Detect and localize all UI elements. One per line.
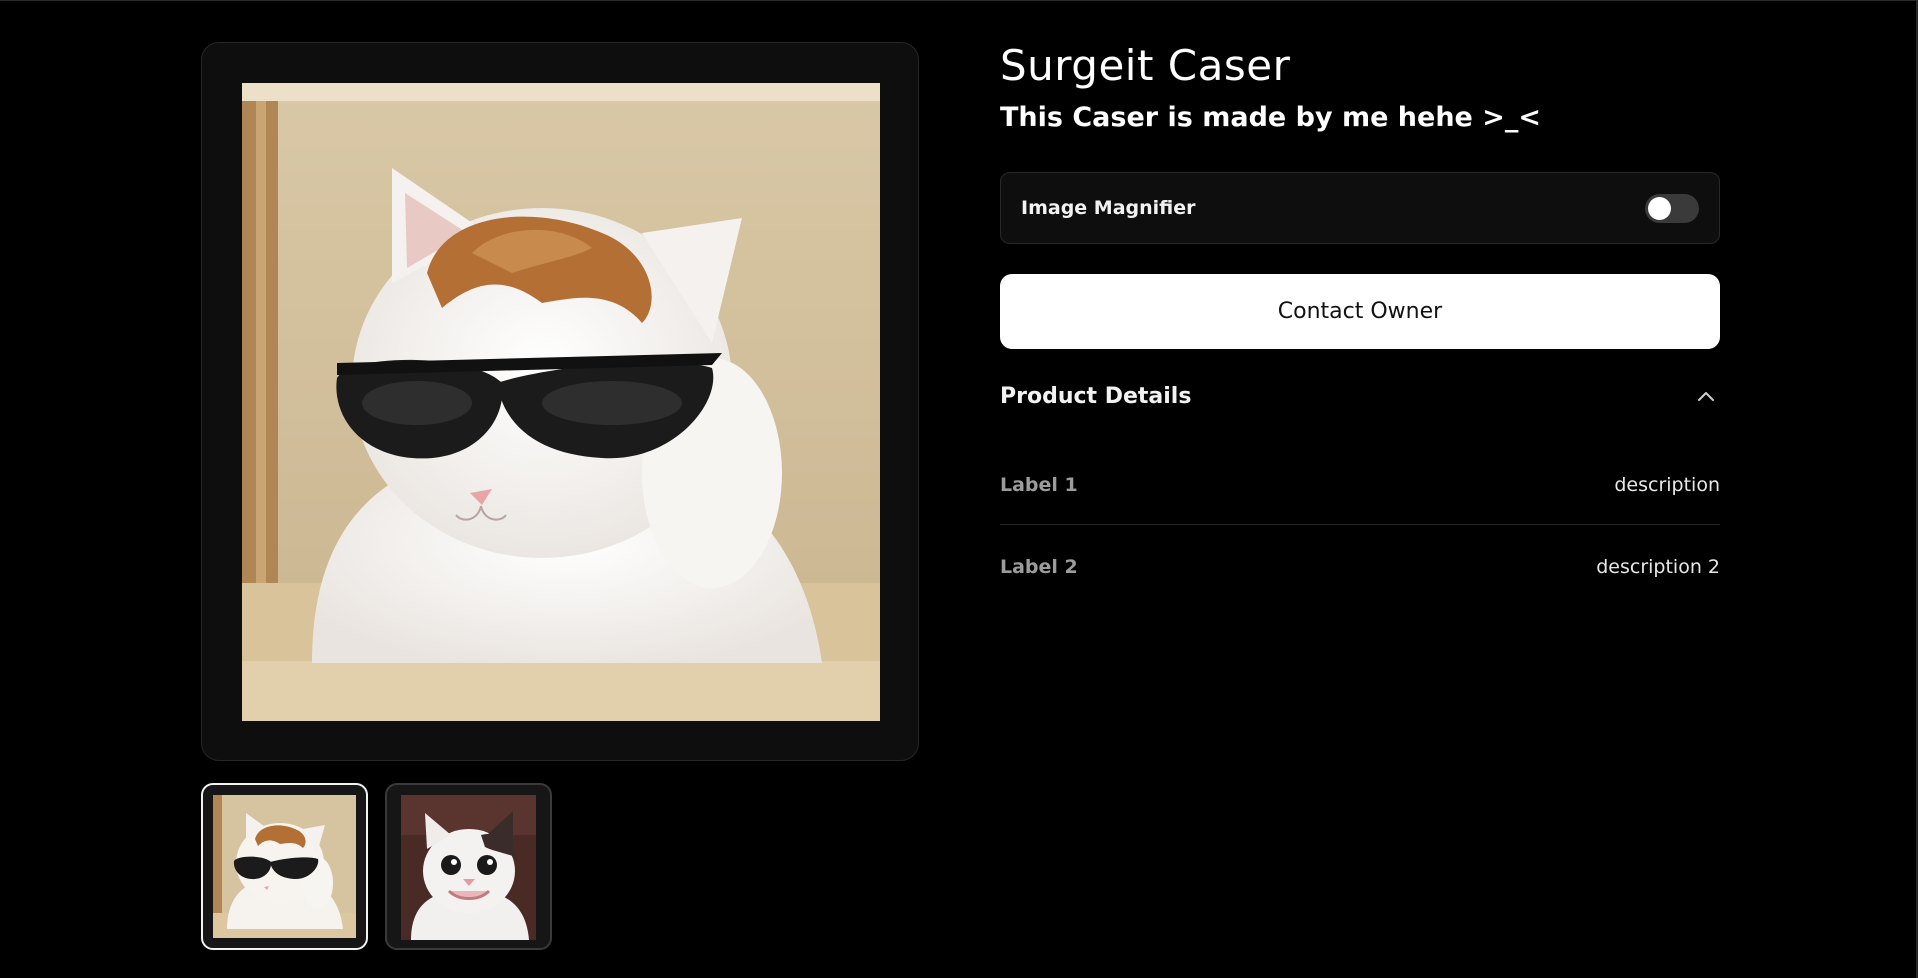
product-title: Surgeit Caser — [1000, 41, 1291, 90]
smiling-cat-thumbnail — [401, 795, 536, 940]
detail-row: Label 2 description 2 — [1000, 549, 1720, 607]
product-page: Surgeit Caser This Caser is made by me h… — [0, 0, 1918, 978]
image-magnifier-toggle[interactable] — [1645, 194, 1699, 223]
contact-owner-button[interactable]: Contact Owner — [1000, 274, 1720, 349]
product-details-title: Product Details — [1000, 384, 1192, 409]
detail-row: Label 1 description — [1000, 467, 1720, 525]
cat-with-sunglasses-image[interactable] — [242, 83, 880, 721]
thumbnail-cat-sunglasses[interactable] — [201, 783, 368, 950]
detail-label: Label 2 — [1000, 556, 1078, 578]
product-details-header[interactable]: Product Details — [1000, 373, 1720, 421]
main-image-card — [201, 42, 919, 761]
image-magnifier-setting: Image Magnifier — [1000, 172, 1720, 244]
detail-value: description — [1614, 474, 1720, 496]
product-subtitle: This Caser is made by me hehe >_< — [1000, 102, 1542, 133]
product-info: Surgeit Caser This Caser is made by me h… — [1000, 37, 1720, 578]
cat-with-sunglasses-thumbnail — [213, 795, 356, 938]
toggle-knob — [1648, 197, 1671, 220]
image-magnifier-label: Image Magnifier — [1021, 197, 1196, 219]
detail-value: description 2 — [1596, 556, 1720, 578]
detail-label: Label 1 — [1000, 474, 1078, 496]
chevron-up-icon[interactable] — [1696, 387, 1716, 407]
thumbnail-smiling-cat[interactable] — [385, 783, 552, 950]
